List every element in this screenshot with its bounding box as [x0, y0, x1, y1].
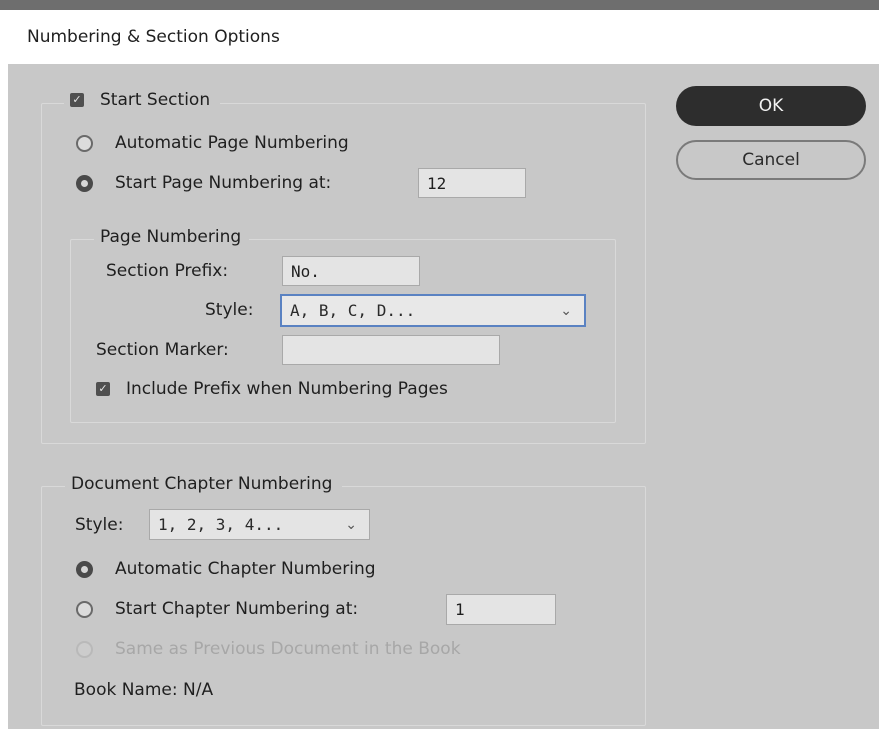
chevron-down-icon: ⌄: [345, 516, 357, 533]
ok-button[interactable]: OK: [676, 86, 866, 126]
start-section-legend: ✓ Start Section: [64, 88, 221, 112]
dialog-title-bar[interactable]: Numbering & Section Options: [8, 10, 879, 64]
style-label: Style:: [205, 300, 254, 320]
include-prefix-label: Include Prefix when Numbering Pages: [126, 379, 448, 399]
auto-page-numbering-label: Automatic Page Numbering: [115, 133, 349, 153]
start-chapter-numbering-option[interactable]: Start Chapter Numbering at:: [76, 595, 358, 623]
auto-chapter-numbering-option[interactable]: Automatic Chapter Numbering: [76, 555, 376, 583]
same-as-previous-label: Same as Previous Document in the Book: [115, 639, 461, 659]
start-section-checkbox[interactable]: ✓: [70, 93, 84, 107]
cancel-button[interactable]: Cancel: [676, 140, 866, 180]
dialog-title: Numbering & Section Options: [27, 27, 280, 47]
page-style-value: A, B, C, D...: [290, 301, 416, 320]
auto-page-numbering-radio[interactable]: [76, 134, 93, 152]
chevron-down-icon: ⌄: [560, 302, 572, 319]
start-section-label: Start Section: [100, 90, 211, 110]
window-left-edge: [0, 10, 8, 729]
start-page-number-input[interactable]: 12: [418, 168, 526, 198]
same-as-previous-option: Same as Previous Document in the Book: [76, 635, 461, 663]
auto-page-numbering-option[interactable]: Automatic Page Numbering: [76, 129, 349, 157]
start-page-numbering-option[interactable]: Start Page Numbering at:: [76, 169, 331, 197]
include-prefix-option[interactable]: ✓ Include Prefix when Numbering Pages: [96, 375, 448, 403]
section-prefix-input[interactable]: No.: [282, 256, 420, 286]
page-numbering-legend: Page Numbering: [94, 225, 250, 249]
chapter-numbering-legend: Document Chapter Numbering: [65, 472, 343, 496]
book-name-text: Book Name: N/A: [74, 680, 214, 700]
chapter-style-value: 1, 2, 3, 4...: [158, 515, 284, 534]
window-top-edge: [0, 0, 879, 10]
section-prefix-label: Section Prefix:: [106, 261, 229, 281]
start-page-numbering-radio[interactable]: [76, 174, 93, 192]
start-chapter-numbering-label: Start Chapter Numbering at:: [115, 599, 359, 619]
same-as-previous-radio: [76, 640, 93, 658]
auto-chapter-numbering-label: Automatic Chapter Numbering: [115, 559, 376, 579]
start-chapter-numbering-radio[interactable]: [76, 600, 93, 618]
chapter-style-select[interactable]: 1, 2, 3, 4... ⌄: [149, 509, 370, 540]
start-chapter-number-input[interactable]: 1: [446, 594, 556, 625]
section-marker-label: Section Marker:: [96, 340, 229, 360]
page-style-select[interactable]: A, B, C, D... ⌄: [280, 294, 586, 327]
include-prefix-checkbox[interactable]: ✓: [96, 382, 110, 396]
start-page-numbering-label: Start Page Numbering at:: [115, 173, 332, 193]
section-marker-input[interactable]: [282, 335, 500, 365]
chapter-style-label: Style:: [75, 515, 124, 535]
dialog-body: ✓ Start Section Automatic Page Numbering…: [8, 64, 879, 729]
auto-chapter-numbering-radio[interactable]: [76, 560, 93, 578]
